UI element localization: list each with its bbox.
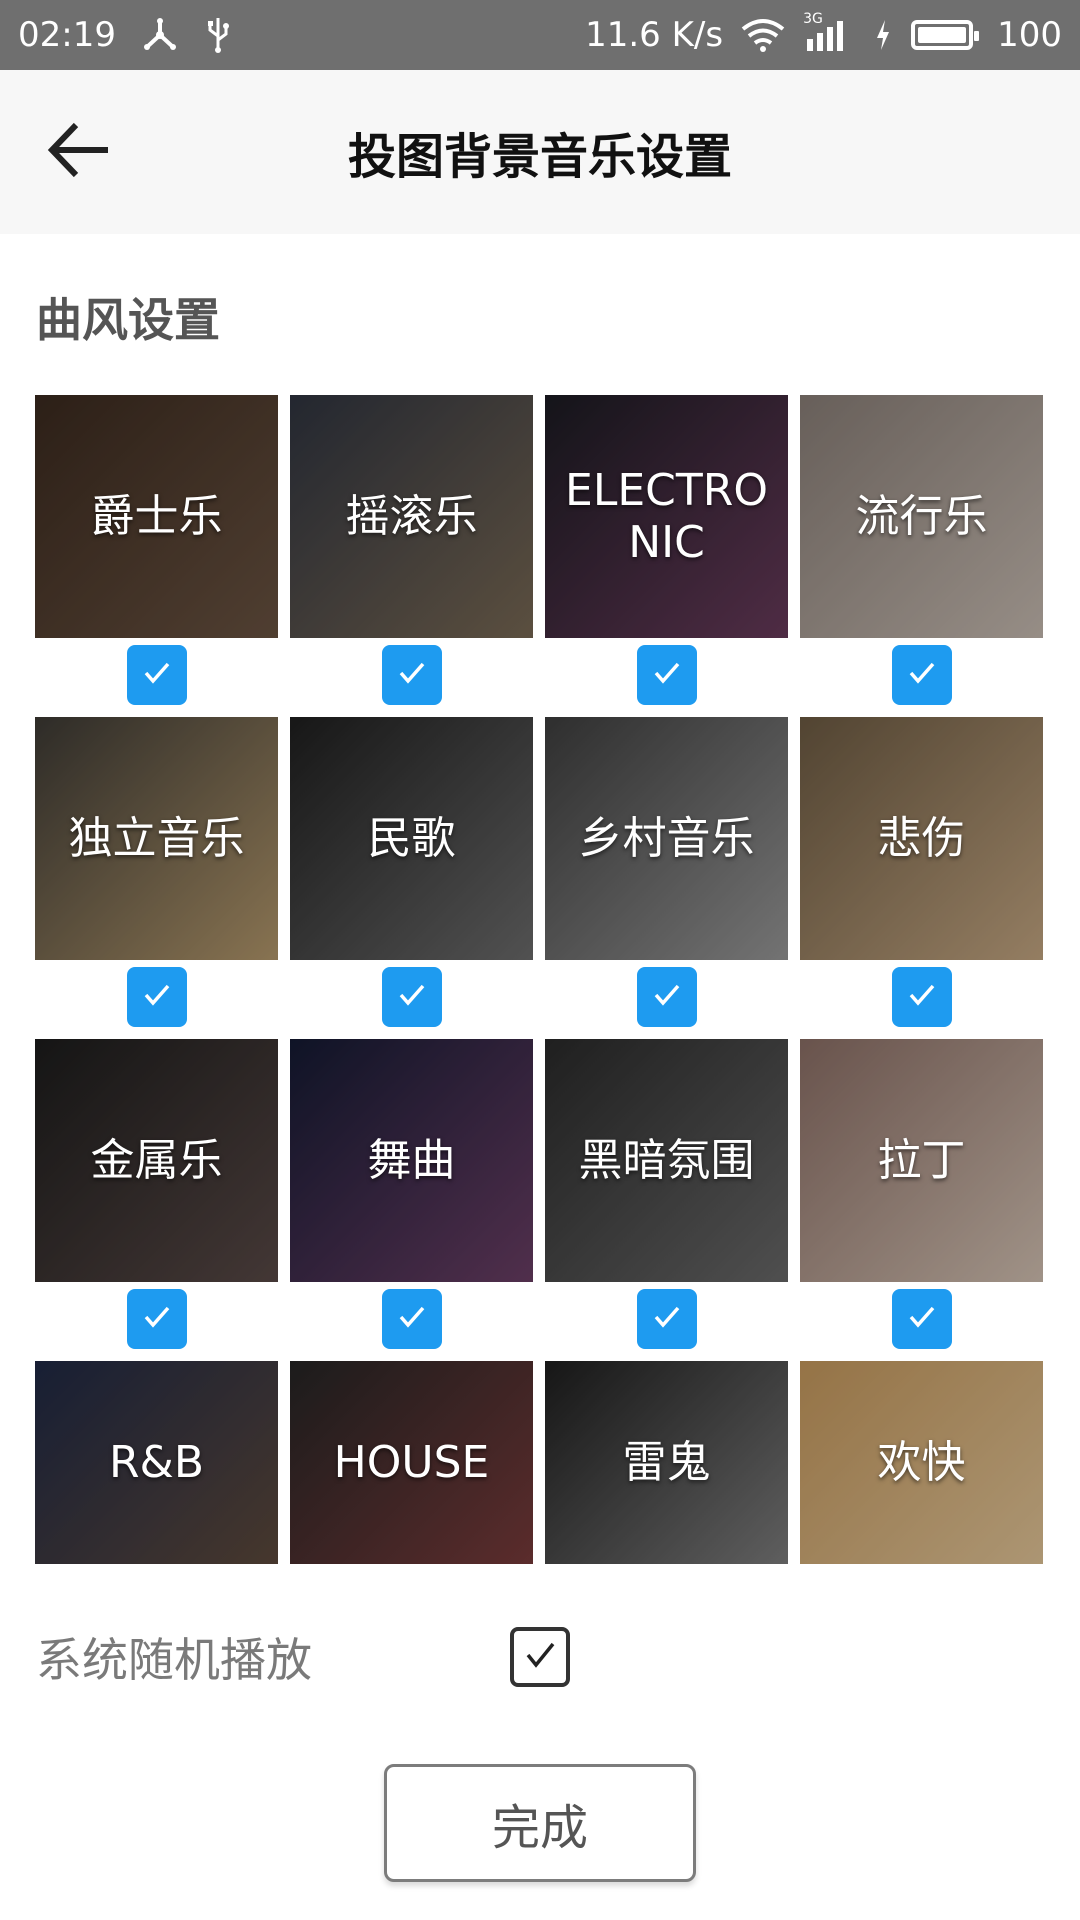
genre-checkbox[interactable] bbox=[382, 967, 442, 1027]
check-icon bbox=[394, 655, 430, 695]
genre-tile[interactable]: 悲伤 bbox=[800, 717, 1043, 960]
battery-level: 100 bbox=[997, 15, 1062, 55]
genre-tile[interactable]: 欢快 bbox=[800, 1361, 1043, 1564]
genre-label: 雷鬼 bbox=[622, 1436, 711, 1488]
genre-tile[interactable]: 爵士乐 bbox=[35, 395, 278, 638]
status-bar: 02:19 11.6 K/s 3G 100 bbox=[0, 0, 1080, 70]
genre-label: 爵士乐 bbox=[90, 490, 223, 542]
check-icon bbox=[139, 977, 175, 1017]
app-header: 投图背景音乐设置 bbox=[0, 70, 1080, 234]
genre-tile[interactable]: 金属乐 bbox=[35, 1039, 278, 1282]
genre-checkbox[interactable] bbox=[382, 645, 442, 705]
genre-tile[interactable]: 雷鬼 bbox=[545, 1361, 788, 1564]
network-speed: 11.6 K/s bbox=[585, 15, 724, 55]
usb-tether-icon bbox=[142, 17, 178, 53]
genre-tile[interactable]: 流行乐 bbox=[800, 395, 1043, 638]
check-icon bbox=[649, 655, 685, 695]
check-icon bbox=[649, 977, 685, 1017]
genre-checkbox[interactable] bbox=[127, 967, 187, 1027]
check-icon bbox=[394, 977, 430, 1017]
genre-label: ELECTRONIC bbox=[565, 464, 768, 568]
genre-checkbox[interactable] bbox=[127, 645, 187, 705]
genre-checkbox[interactable] bbox=[637, 645, 697, 705]
genre-label: 金属乐 bbox=[90, 1134, 223, 1186]
genre-label: 乡村音乐 bbox=[578, 812, 755, 864]
genre-tile[interactable]: 摇滚乐 bbox=[290, 395, 533, 638]
genre-checkbox[interactable] bbox=[892, 645, 952, 705]
status-time: 02:19 bbox=[18, 15, 116, 55]
signal-icon: 3G bbox=[803, 11, 855, 53]
genre-label: R&B bbox=[108, 1436, 205, 1488]
genre-checkbox[interactable] bbox=[637, 1289, 697, 1349]
check-icon bbox=[904, 655, 940, 695]
section-title: 曲风设置 bbox=[36, 293, 220, 347]
random-play-checkbox[interactable] bbox=[510, 1627, 570, 1687]
genre-checkbox[interactable] bbox=[892, 1289, 952, 1349]
genre-label: HOUSE bbox=[333, 1436, 490, 1488]
genre-label: 独立音乐 bbox=[68, 812, 245, 864]
genre-checkbox[interactable] bbox=[892, 967, 952, 1027]
check-icon bbox=[520, 1635, 560, 1679]
page-title: 投图背景音乐设置 bbox=[347, 129, 732, 185]
check-icon bbox=[139, 1299, 175, 1339]
check-icon bbox=[649, 1299, 685, 1339]
network-type: 3G bbox=[803, 11, 823, 27]
genre-tile[interactable]: HOUSE bbox=[290, 1361, 533, 1564]
genre-label: 黑暗氛围 bbox=[578, 1134, 755, 1186]
battery-icon bbox=[911, 20, 980, 50]
genre-tile[interactable]: 拉丁 bbox=[800, 1039, 1043, 1282]
genre-label: 欢快 bbox=[877, 1436, 966, 1488]
wifi-icon bbox=[741, 17, 785, 53]
done-button[interactable]: 完成 bbox=[384, 1764, 696, 1882]
check-icon bbox=[394, 1299, 430, 1339]
random-play-label: 系统随机播放 bbox=[36, 1633, 312, 1687]
genre-tile[interactable]: R&B bbox=[35, 1361, 278, 1564]
genre-label: 流行乐 bbox=[855, 490, 988, 542]
genre-label: 拉丁 bbox=[877, 1134, 966, 1186]
genre-tile[interactable]: 黑暗氛围 bbox=[545, 1039, 788, 1282]
genre-tile[interactable]: 舞曲 bbox=[290, 1039, 533, 1282]
genre-checkbox[interactable] bbox=[127, 1289, 187, 1349]
genre-label: 摇滚乐 bbox=[345, 490, 478, 542]
genre-label: 民歌 bbox=[367, 812, 456, 864]
genre-checkbox[interactable] bbox=[382, 1289, 442, 1349]
genre-label: 悲伤 bbox=[877, 812, 966, 864]
charging-icon bbox=[873, 18, 893, 52]
genre-checkbox[interactable] bbox=[637, 967, 697, 1027]
check-icon bbox=[139, 655, 175, 695]
genre-tile[interactable]: 乡村音乐 bbox=[545, 717, 788, 960]
genre-tile[interactable]: 独立音乐 bbox=[35, 717, 278, 960]
usb-icon bbox=[204, 16, 232, 54]
check-icon bbox=[904, 977, 940, 1017]
genre-tile[interactable]: 民歌 bbox=[290, 717, 533, 960]
check-icon bbox=[904, 1299, 940, 1339]
genre-label: 舞曲 bbox=[367, 1134, 456, 1186]
genre-tile[interactable]: ELECTRONIC bbox=[545, 395, 788, 638]
